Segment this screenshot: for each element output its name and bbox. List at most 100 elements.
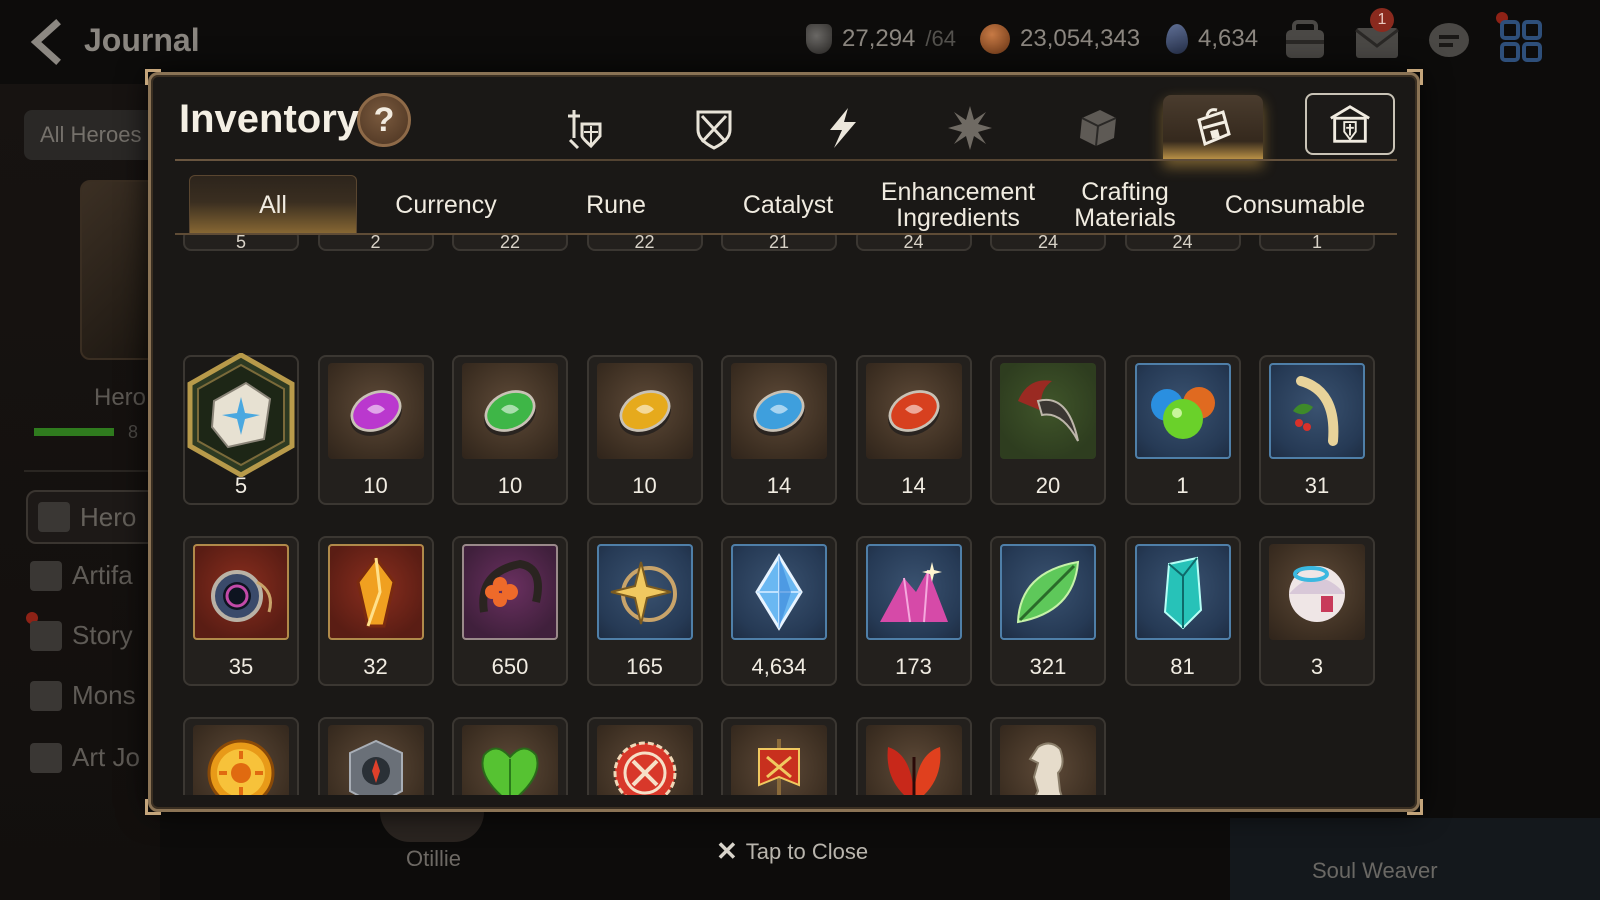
inventory-slot-partial[interactable]: 22 xyxy=(452,235,568,252)
slime-balls-icon xyxy=(1134,363,1231,459)
inventory-slot-partial[interactable]: 24 xyxy=(855,235,972,252)
gem-display[interactable]: 4,634 xyxy=(1166,24,1258,54)
inventory-slot[interactable]: 10 xyxy=(317,355,434,505)
item-quantity: 10 xyxy=(497,473,523,498)
inventory-slot[interactable]: 11 xyxy=(855,717,972,795)
hero-menu-icon xyxy=(38,502,70,532)
subtab-catalyst[interactable]: Catalyst xyxy=(703,175,873,235)
tab-bag[interactable] xyxy=(1163,95,1263,161)
inventory-slot[interactable]: 4,435 xyxy=(452,717,568,795)
inventory-slot[interactable]: 14 xyxy=(855,355,972,505)
menu-item-hero[interactable]: Hero xyxy=(26,490,166,544)
inventory-slot-partial[interactable]: 1 xyxy=(1259,235,1375,252)
subtab-all[interactable]: All xyxy=(189,175,357,235)
inventory-slot-partial[interactable]: 21 xyxy=(721,235,837,252)
chat-icon[interactable] xyxy=(1424,18,1474,64)
sky-stone-icon xyxy=(731,544,827,640)
inventory-slot[interactable]: 3 xyxy=(586,717,703,795)
gem-icon xyxy=(1166,24,1188,54)
inventory-slot[interactable]: 81 xyxy=(1124,536,1241,686)
tab-lightning[interactable] xyxy=(795,95,889,161)
item-quantity: 21 xyxy=(768,235,790,252)
inventory-slot[interactable]: 650 xyxy=(452,536,568,686)
tab-starburst[interactable] xyxy=(923,95,1017,161)
inventory-slot[interactable]: 5 xyxy=(183,353,299,505)
menu-item-monster[interactable]: Mons xyxy=(30,680,136,711)
item-quantity: 1 xyxy=(1176,473,1189,498)
root-herb-icon xyxy=(1269,363,1365,459)
subtab-consumable[interactable]: Consumable xyxy=(1209,175,1381,235)
tab-equipment[interactable] xyxy=(537,95,631,161)
inventory-slot[interactable]: 10 xyxy=(586,355,703,505)
item-quantity: 2 xyxy=(370,235,381,252)
inventory-slot[interactable]: 4,634 xyxy=(721,536,837,686)
red-leaves-icon xyxy=(865,725,962,795)
inventory-slot[interactable]: 27,294 xyxy=(990,717,1106,795)
pendant-icon xyxy=(193,544,289,640)
blue-rune-icon xyxy=(731,363,827,459)
pink-crystal-icon xyxy=(865,544,962,640)
subtab-enhancement-ingredients[interactable]: Enhancement Ingredients xyxy=(873,175,1043,235)
inventory-bag-icon[interactable] xyxy=(1280,18,1330,64)
hero-progress-bar xyxy=(34,428,114,436)
equipment-icon xyxy=(568,110,602,150)
mail-badge: 1 xyxy=(1370,8,1394,32)
inventory-slot[interactable]: 14 xyxy=(721,355,837,505)
inventory-slot-partial[interactable]: 2 xyxy=(317,235,434,252)
inventory-slot[interactable]: 321 xyxy=(990,536,1106,686)
back-arrow-icon[interactable] xyxy=(26,18,70,66)
close-hint[interactable]: ✕ Tap to Close xyxy=(716,836,868,867)
purple-rune-icon xyxy=(327,363,424,459)
menu-grid-icon[interactable] xyxy=(1496,18,1546,64)
inventory-slot[interactable]: 23,054,343 xyxy=(183,717,299,795)
green-rune-icon xyxy=(462,363,558,459)
item-quantity: 1 xyxy=(1311,235,1322,252)
item-quantity: 24 xyxy=(1037,235,1059,252)
inventory-slot[interactable]: 173 xyxy=(855,536,972,686)
inventory-slot-partial[interactable]: 5 xyxy=(183,235,299,252)
inventory-slot[interactable]: 10 xyxy=(452,355,568,505)
inventory-slot-partial[interactable]: 24 xyxy=(1124,235,1241,252)
tab-artifact[interactable] xyxy=(667,95,761,161)
subtab-crafting-materials[interactable]: Crafting Materials xyxy=(1045,175,1205,235)
menu-item-artifact[interactable]: Artifa xyxy=(30,560,133,591)
lightning-icon xyxy=(830,108,856,148)
red-seal-icon xyxy=(596,725,693,795)
subtab-currency[interactable]: Currency xyxy=(361,175,531,235)
item-quantity: 173 xyxy=(895,654,932,679)
menu-item-story[interactable]: Story xyxy=(30,620,133,651)
green-heart-icon xyxy=(462,725,558,795)
inventory-slot[interactable]: 165 xyxy=(586,536,703,686)
item-quantity: 321 xyxy=(1029,654,1067,679)
inventory-slot[interactable]: 20 xyxy=(990,355,1106,505)
menu-item-label: Hero xyxy=(80,501,137,532)
inventory-slot[interactable]: 3 xyxy=(1259,536,1375,686)
inventory-slot[interactable]: 35 xyxy=(183,536,299,686)
scroll-menu-icon xyxy=(30,620,62,651)
stamina-value: 27,294 xyxy=(842,25,916,52)
subtab-rune[interactable]: Rune xyxy=(531,175,701,235)
menu-item-art-journal[interactable]: Art Jo xyxy=(30,742,140,773)
tab-cube[interactable] xyxy=(1051,95,1145,161)
inventory-slot-partial[interactable]: 22 xyxy=(586,235,703,252)
menu-item-label: Art Jo xyxy=(72,742,140,772)
soul-weaver-label: Soul Weaver xyxy=(1312,858,1438,883)
inventory-slot[interactable]: 1 xyxy=(1124,355,1241,505)
gold-display[interactable]: 23,054,343 xyxy=(980,24,1140,54)
star-pendant-icon xyxy=(596,544,693,640)
storage-button[interactable] xyxy=(1305,93,1395,155)
stamina-display[interactable]: 27,294/64 xyxy=(806,24,956,54)
stamina-max: /64 xyxy=(925,26,956,51)
menu-item-label: Artifa xyxy=(72,560,133,590)
inventory-grid[interactable]: 5 2 22 22 21 24 24 24 1 5 10 10 10 14 14 20 xyxy=(175,235,1397,795)
inventory-slot[interactable]: 10 xyxy=(317,717,434,795)
inventory-slot-partial[interactable]: 24 xyxy=(990,235,1106,252)
inventory-slot[interactable]: 32 xyxy=(317,536,434,686)
item-quantity: 31 xyxy=(1304,473,1330,498)
divider xyxy=(175,159,1397,161)
close-hint-label: Tap to Close xyxy=(745,838,869,864)
help-button[interactable]: ? xyxy=(357,93,411,147)
inventory-slot[interactable]: 31 xyxy=(1259,355,1375,505)
inventory-slot[interactable]: 5 xyxy=(721,717,837,795)
frame-corner xyxy=(1407,799,1423,815)
